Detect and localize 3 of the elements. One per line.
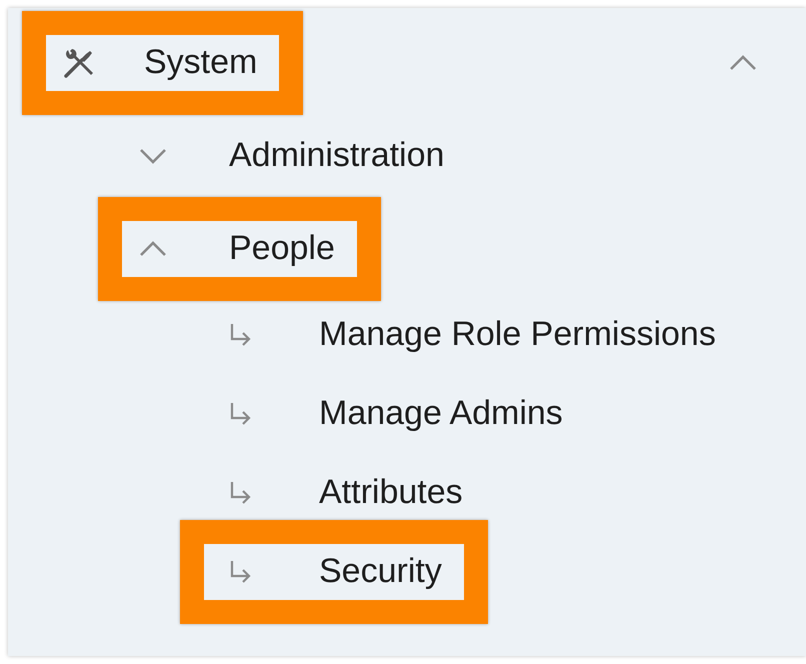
menu-item[interactable]: Security bbox=[204, 544, 464, 600]
menu-item[interactable]: System bbox=[46, 34, 280, 90]
menu-item[interactable]: People bbox=[122, 220, 357, 276]
